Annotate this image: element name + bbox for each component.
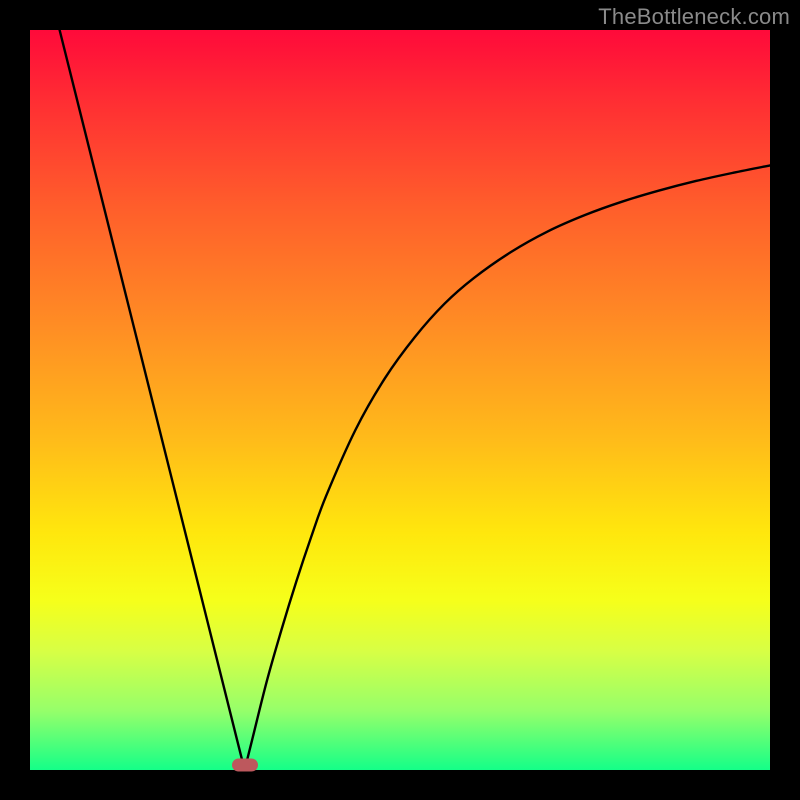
curve-path (60, 30, 770, 774)
bottleneck-curve (30, 30, 770, 770)
watermark-text: TheBottleneck.com (598, 4, 790, 30)
minimum-marker (232, 759, 258, 772)
chart-frame: TheBottleneck.com (0, 0, 800, 800)
plot-area (30, 30, 770, 770)
